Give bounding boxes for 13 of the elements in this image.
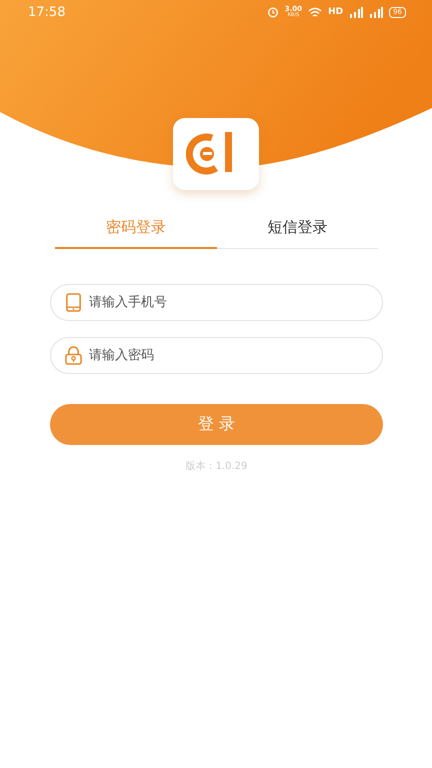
phone-field[interactable]: 请输入手机号 (50, 284, 383, 321)
lock-icon (65, 346, 82, 365)
hd-label: HD (328, 7, 344, 17)
phone-icon (65, 293, 82, 312)
password-field[interactable]: 请输入密码 (50, 337, 383, 374)
alarm-icon (266, 6, 279, 18)
signal-icon (349, 6, 364, 18)
login-button[interactable]: 登 录 (50, 404, 383, 445)
status-time: 17:58 (28, 4, 66, 20)
signal-icon (369, 6, 384, 18)
login-tab[interactable]: 密码登录 (55, 210, 216, 249)
wifi-icon (308, 6, 322, 18)
login-tab[interactable]: 短信登录 (216, 210, 378, 249)
